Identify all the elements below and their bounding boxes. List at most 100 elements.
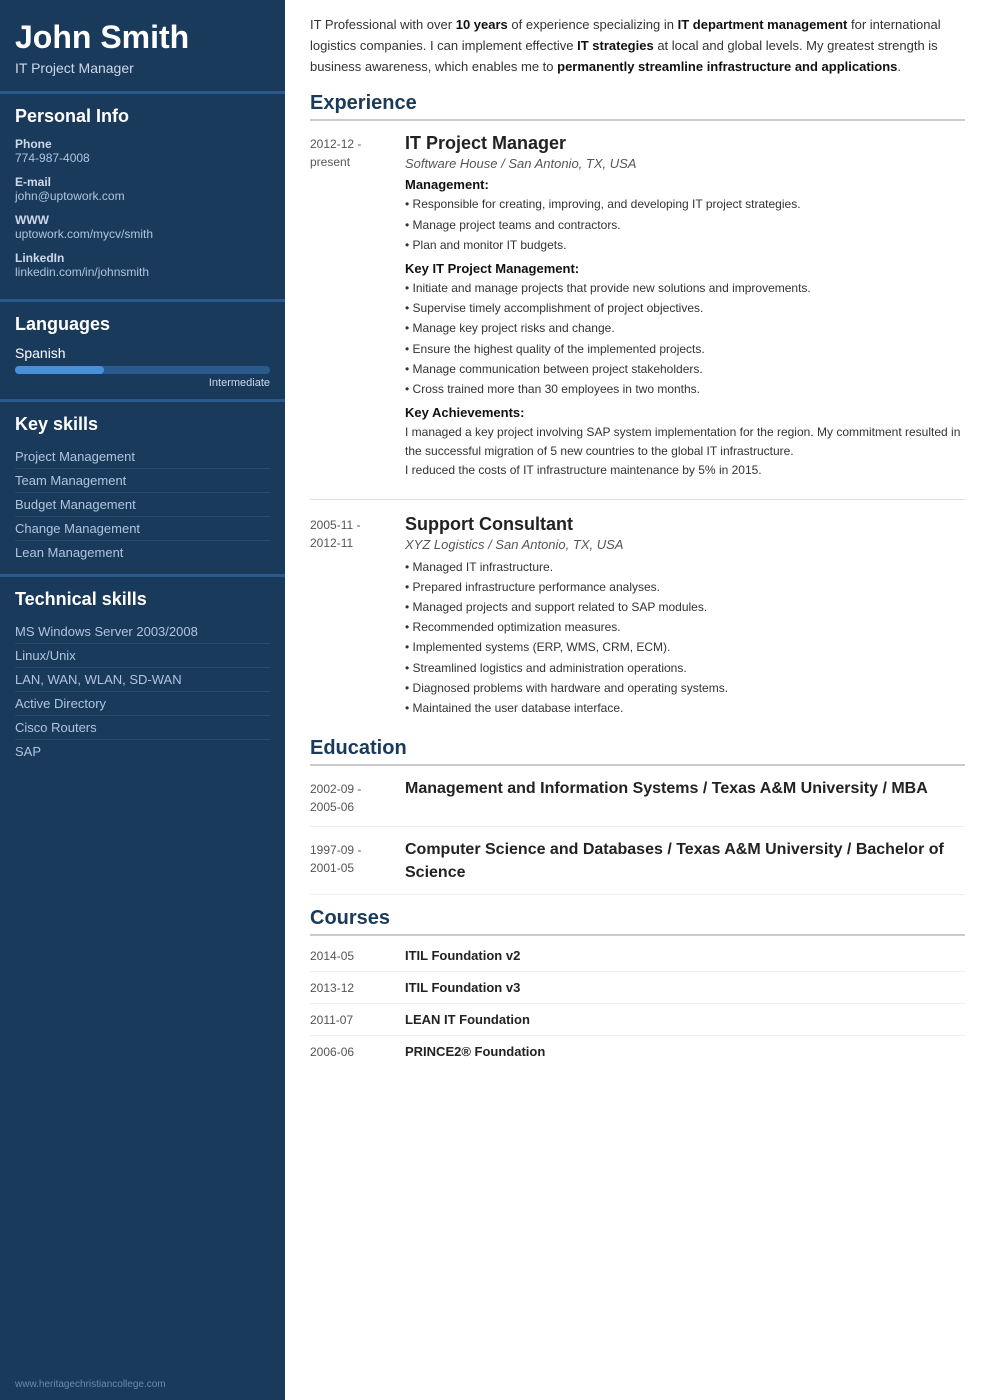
candidate-name: John Smith bbox=[15, 20, 270, 55]
key-skills-section: Key skills Project Management Team Manag… bbox=[0, 402, 285, 574]
technical-skills-label: Technical skills bbox=[15, 589, 270, 610]
languages-section: Languages Spanish Intermediate bbox=[0, 302, 285, 399]
sidebar-footer: www.heritagechristiancollege.com bbox=[0, 1369, 285, 1400]
experience-item-2: 2005-11 -2012-11 Support Consultant XYZ … bbox=[310, 514, 965, 720]
bullet: • Supervise timely accomplishment of pro… bbox=[405, 299, 965, 318]
tech-skill-item: MS Windows Server 2003/2008 bbox=[15, 620, 270, 644]
bullet: • Streamlined logistics and administrati… bbox=[405, 659, 965, 678]
education-section-title: Education bbox=[310, 737, 965, 766]
management-label: Management: bbox=[405, 177, 965, 192]
job-title-1: IT Project Manager bbox=[405, 133, 965, 154]
bullet: • Managed projects and support related t… bbox=[405, 598, 965, 617]
exp-content-2: Support Consultant XYZ Logistics / San A… bbox=[405, 514, 965, 720]
linkedin-label: LinkedIn bbox=[15, 251, 270, 265]
exp-date-2: 2005-11 -2012-11 bbox=[310, 514, 405, 720]
sidebar: John Smith IT Project Manager Personal I… bbox=[0, 0, 285, 1400]
tech-skill-item: Linux/Unix bbox=[15, 644, 270, 668]
edu-date-1: 2002-09 -2005-06 bbox=[310, 778, 405, 816]
course-name-2: ITIL Foundation v3 bbox=[405, 980, 520, 995]
company-2: XYZ Logistics / San Antonio, TX, USA bbox=[405, 537, 965, 552]
linkedin-item: LinkedIn linkedin.com/in/johnsmith bbox=[15, 251, 270, 279]
skill-item: Budget Management bbox=[15, 493, 270, 517]
achievements-label: Key Achievements: bbox=[405, 405, 965, 420]
phone-item: Phone 774-987-4008 bbox=[15, 137, 270, 165]
summary-text: IT Professional with over 10 years of ex… bbox=[310, 15, 965, 77]
edu-date-2: 1997-09 -2001-05 bbox=[310, 839, 405, 884]
bullet: • Ensure the highest quality of the impl… bbox=[405, 340, 965, 359]
education-item-2: 1997-09 -2001-05 Computer Science and Da… bbox=[310, 839, 965, 895]
edu-degree-1: Management and Information Systems / Tex… bbox=[405, 778, 965, 800]
courses-section-title: Courses bbox=[310, 907, 965, 936]
exp-content-1: IT Project Manager Software House / San … bbox=[405, 133, 965, 480]
skill-item: Team Management bbox=[15, 469, 270, 493]
bullet: • Diagnosed problems with hardware and o… bbox=[405, 679, 965, 698]
bullet: • Manage project teams and contractors. bbox=[405, 216, 965, 235]
key-pm-label: Key IT Project Management: bbox=[405, 261, 965, 276]
bullet: • Manage key project risks and change. bbox=[405, 319, 965, 338]
course-item-1: 2014-05 ITIL Foundation v2 bbox=[310, 948, 965, 972]
edu-content-2: Computer Science and Databases / Texas A… bbox=[405, 839, 965, 884]
course-date-3: 2011-07 bbox=[310, 1013, 405, 1027]
bullet: • Prepared infrastructure performance an… bbox=[405, 578, 965, 597]
skill-item: Change Management bbox=[15, 517, 270, 541]
course-date-2: 2013-12 bbox=[310, 981, 405, 995]
phone-label: Phone bbox=[15, 137, 270, 151]
course-date-1: 2014-05 bbox=[310, 949, 405, 963]
tech-skill-item: Active Directory bbox=[15, 692, 270, 716]
email-label: E-mail bbox=[15, 175, 270, 189]
course-item-2: 2013-12 ITIL Foundation v3 bbox=[310, 980, 965, 1004]
email-value: john@uptowork.com bbox=[15, 189, 270, 203]
achievement-text: I reduced the costs of IT infrastructure… bbox=[405, 461, 965, 480]
tech-skill-item: LAN, WAN, WLAN, SD-WAN bbox=[15, 668, 270, 692]
tech-skill-item: SAP bbox=[15, 740, 270, 763]
linkedin-value: linkedin.com/in/johnsmith bbox=[15, 265, 270, 279]
job-title-2: Support Consultant bbox=[405, 514, 965, 535]
exp-separator bbox=[310, 499, 965, 500]
language-name: Spanish bbox=[15, 345, 270, 361]
exp-date-1: 2012-12 -present bbox=[310, 133, 405, 480]
www-value: uptowork.com/mycv/smith bbox=[15, 227, 270, 241]
candidate-title: IT Project Manager bbox=[15, 60, 270, 76]
bullet: • Recommended optimization measures. bbox=[405, 618, 965, 637]
bullet: • Managed IT infrastructure. bbox=[405, 558, 965, 577]
skill-item: Project Management bbox=[15, 445, 270, 469]
bullet: • Implemented systems (ERP, WMS, CRM, EC… bbox=[405, 638, 965, 657]
bullet: • Cross trained more than 30 employees i… bbox=[405, 380, 965, 399]
bullet: • Maintained the user database interface… bbox=[405, 699, 965, 718]
education-item-1: 2002-09 -2005-06 Management and Informat… bbox=[310, 778, 965, 827]
skill-item: Lean Management bbox=[15, 541, 270, 564]
sidebar-header: John Smith IT Project Manager bbox=[0, 0, 285, 91]
course-name-4: PRINCE2® Foundation bbox=[405, 1044, 545, 1059]
tech-skill-item: Cisco Routers bbox=[15, 716, 270, 740]
key-skills-label: Key skills bbox=[15, 414, 270, 435]
edu-content-1: Management and Information Systems / Tex… bbox=[405, 778, 965, 816]
experience-section-title: Experience bbox=[310, 92, 965, 121]
bullet: • Initiate and manage projects that prov… bbox=[405, 279, 965, 298]
course-name-1: ITIL Foundation v2 bbox=[405, 948, 520, 963]
course-item-3: 2011-07 LEAN IT Foundation bbox=[310, 1012, 965, 1036]
experience-item-1: 2012-12 -present IT Project Manager Soft… bbox=[310, 133, 965, 480]
email-item: E-mail john@uptowork.com bbox=[15, 175, 270, 203]
personal-info-section: Personal Info Phone 774-987-4008 E-mail … bbox=[0, 94, 285, 299]
language-bar-fill bbox=[15, 366, 104, 374]
resume-container: John Smith IT Project Manager Personal I… bbox=[0, 0, 990, 1400]
course-name-3: LEAN IT Foundation bbox=[405, 1012, 530, 1027]
phone-value: 774-987-4008 bbox=[15, 151, 270, 165]
technical-skills-section: Technical skills MS Windows Server 2003/… bbox=[0, 577, 285, 773]
bullet: • Plan and monitor IT budgets. bbox=[405, 236, 965, 255]
languages-label: Languages bbox=[15, 314, 270, 335]
language-bar-bg bbox=[15, 366, 270, 374]
bullet: • Responsible for creating, improving, a… bbox=[405, 195, 965, 214]
personal-info-label: Personal Info bbox=[15, 106, 270, 127]
company-1: Software House / San Antonio, TX, USA bbox=[405, 156, 965, 171]
main-content: IT Professional with over 10 years of ex… bbox=[285, 0, 990, 1400]
achievement-text: I managed a key project involving SAP sy… bbox=[405, 423, 965, 461]
course-item-4: 2006-06 PRINCE2® Foundation bbox=[310, 1044, 965, 1067]
bullet: • Manage communication between project s… bbox=[405, 360, 965, 379]
www-label: WWW bbox=[15, 213, 270, 227]
course-date-4: 2006-06 bbox=[310, 1045, 405, 1059]
language-level: Intermediate bbox=[15, 377, 270, 389]
www-item: WWW uptowork.com/mycv/smith bbox=[15, 213, 270, 241]
language-item-spanish: Spanish Intermediate bbox=[15, 345, 270, 389]
edu-degree-2: Computer Science and Databases / Texas A… bbox=[405, 839, 965, 884]
